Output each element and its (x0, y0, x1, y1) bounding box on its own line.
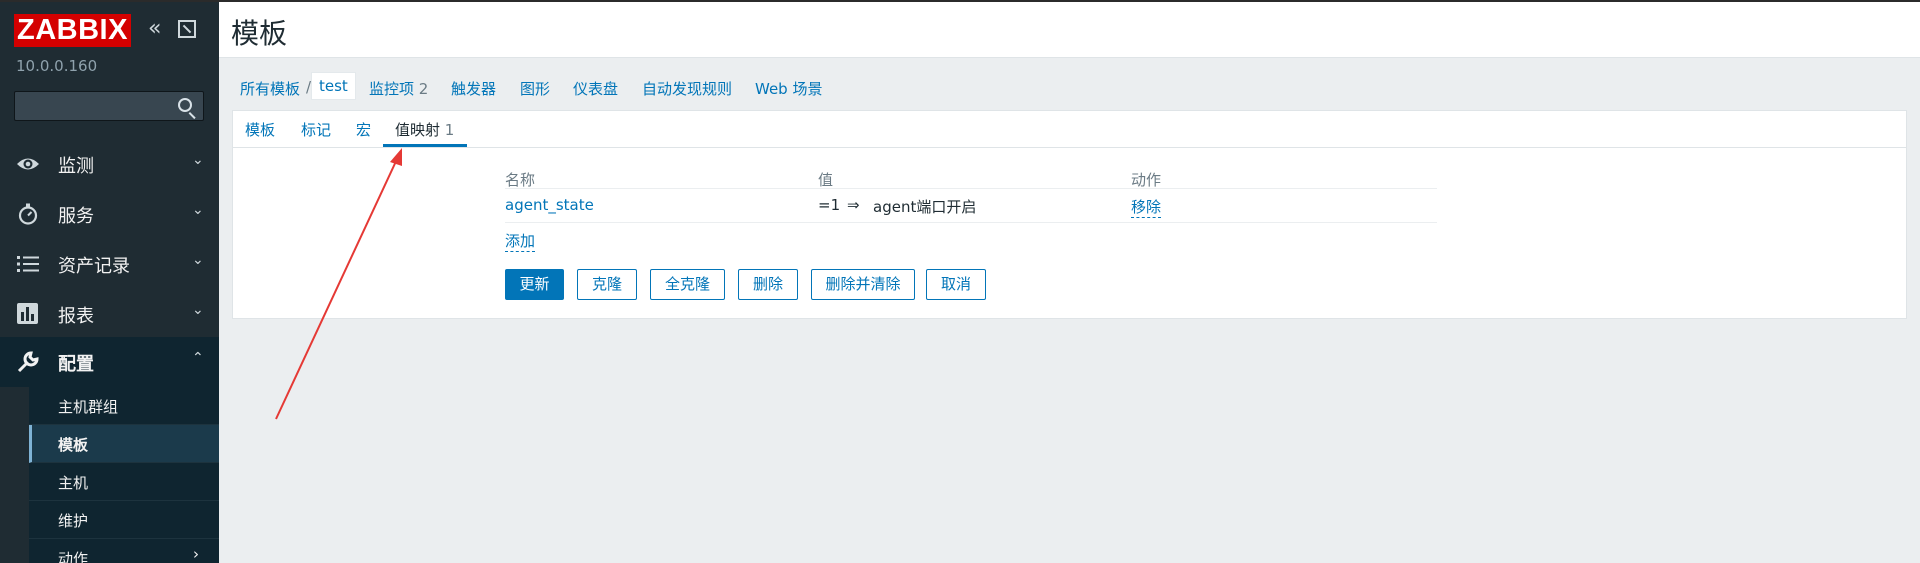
add-valuemap-link[interactable]: 添加 (505, 230, 536, 252)
delete-and-clear-button[interactable]: 删除并清除 (811, 269, 915, 300)
submenu-label: 主机 (58, 474, 89, 492)
breadcrumb-all-templates[interactable]: 所有模板 (240, 78, 300, 99)
double-chevron-left-icon[interactable]: « (148, 18, 170, 40)
submenu-label: 动作 (58, 550, 89, 563)
chevron-down-icon: ⌄ (192, 302, 204, 318)
menu-item-monitoring[interactable]: 监测 ⌄ (0, 139, 219, 189)
template-form: 模板 标记 宏 值映射 1 名称 值 动作 agent_state =1 ⇒ a… (232, 110, 1907, 319)
page-header: 模板 (219, 2, 1920, 58)
row-divider (505, 222, 1437, 223)
form-tabs: 模板 标记 宏 值映射 1 (233, 111, 1906, 148)
tab-value-mapping-label: 值映射 (395, 121, 441, 139)
delete-button[interactable]: 删除 (738, 269, 798, 300)
search-icon[interactable] (178, 98, 192, 112)
sidebar-search-input[interactable] (14, 91, 204, 121)
menu-label: 资产记录 (58, 256, 130, 277)
chevron-right-icon: › (193, 545, 199, 563)
clone-button[interactable]: 克隆 (577, 269, 637, 300)
menu-item-configuration[interactable]: 配置 ⌃ (0, 337, 219, 387)
submenu-label: 模板 (58, 436, 89, 454)
tab-tags[interactable]: 标记 (301, 119, 331, 140)
tab-value-mapping[interactable]: 值映射 1 (395, 119, 454, 140)
chevron-up-icon: ⌃ (192, 350, 204, 366)
nav-discovery-rules[interactable]: 自动发现规则 (642, 78, 732, 99)
tab-macros[interactable]: 宏 (356, 119, 371, 140)
active-tab-indicator (383, 144, 467, 147)
nav-items[interactable]: 监控项 2 (369, 78, 428, 99)
update-button[interactable]: 更新 (505, 269, 564, 300)
column-header-action: 动作 (1131, 171, 1162, 189)
header-divider (505, 188, 1437, 189)
menu-label: 监测 (58, 156, 94, 177)
chevron-down-icon: ⌄ (192, 152, 204, 168)
stopwatch-icon (18, 203, 38, 225)
menu-label: 配置 (58, 354, 94, 375)
valuemap-mapped-text: agent端口开启 (873, 198, 977, 216)
configuration-submenu: 主机群组 模板 主机 维护 动作 › (29, 387, 219, 563)
server-version: 10.0.0.160 (16, 57, 98, 75)
nav-web-scenarios[interactable]: Web 场景 (755, 78, 822, 99)
eye-icon (17, 158, 39, 170)
kiosk-mode-icon[interactable] (178, 20, 196, 38)
menu-item-inventory[interactable]: 资产记录 ⌄ (0, 239, 219, 289)
chevron-down-icon: ⌄ (192, 202, 204, 218)
submenu-item-host-groups[interactable]: 主机群组 (29, 387, 219, 425)
column-header-value: 值 (818, 171, 834, 189)
bar-chart-icon (17, 303, 38, 324)
nav-items-count: 2 (418, 80, 429, 98)
list-icon (17, 256, 39, 272)
breadcrumb-current-template[interactable]: test (311, 72, 356, 100)
submenu-label: 主机群组 (58, 398, 119, 416)
submenu-item-maintenance[interactable]: 维护 (29, 501, 219, 539)
chevron-down-icon: ⌄ (192, 252, 204, 268)
full-clone-button[interactable]: 全克隆 (650, 269, 725, 300)
valuemap-value: =1 (818, 196, 841, 214)
nav-graphs[interactable]: 图形 (520, 78, 550, 99)
tab-value-mapping-count: 1 (444, 121, 455, 139)
valuemap-name-link[interactable]: agent_state (505, 196, 594, 214)
nav-items-label: 监控项 (369, 80, 415, 98)
menu-item-services[interactable]: 服务 ⌄ (0, 189, 219, 239)
nav-triggers[interactable]: 触发器 (451, 78, 496, 99)
page-title: 模板 (231, 17, 288, 50)
tab-template[interactable]: 模板 (245, 119, 275, 140)
wrench-icon (17, 351, 39, 373)
menu-label: 服务 (58, 206, 94, 227)
zabbix-logo[interactable]: ZABBIX (14, 14, 131, 47)
submenu-item-templates[interactable]: 模板 (29, 425, 219, 463)
submenu-item-hosts[interactable]: 主机 (29, 463, 219, 501)
mapping-arrow-icon: ⇒ (847, 196, 860, 214)
menu-label: 报表 (58, 306, 94, 327)
top-border (0, 0, 1920, 2)
remove-valuemap-link[interactable]: 移除 (1131, 196, 1162, 218)
nav-dashboards[interactable]: 仪表盘 (573, 78, 618, 99)
submenu-label: 维护 (58, 512, 89, 530)
column-header-name: 名称 (505, 171, 536, 189)
menu-item-reports[interactable]: 报表 ⌄ (0, 289, 219, 339)
cancel-button[interactable]: 取消 (926, 269, 986, 300)
sidebar: ZABBIX « 10.0.0.160 监测 ⌄ 服务 ⌄ 资产记录 ⌄ 报表 … (0, 0, 219, 563)
submenu-item-actions[interactable]: 动作 › (29, 539, 219, 563)
